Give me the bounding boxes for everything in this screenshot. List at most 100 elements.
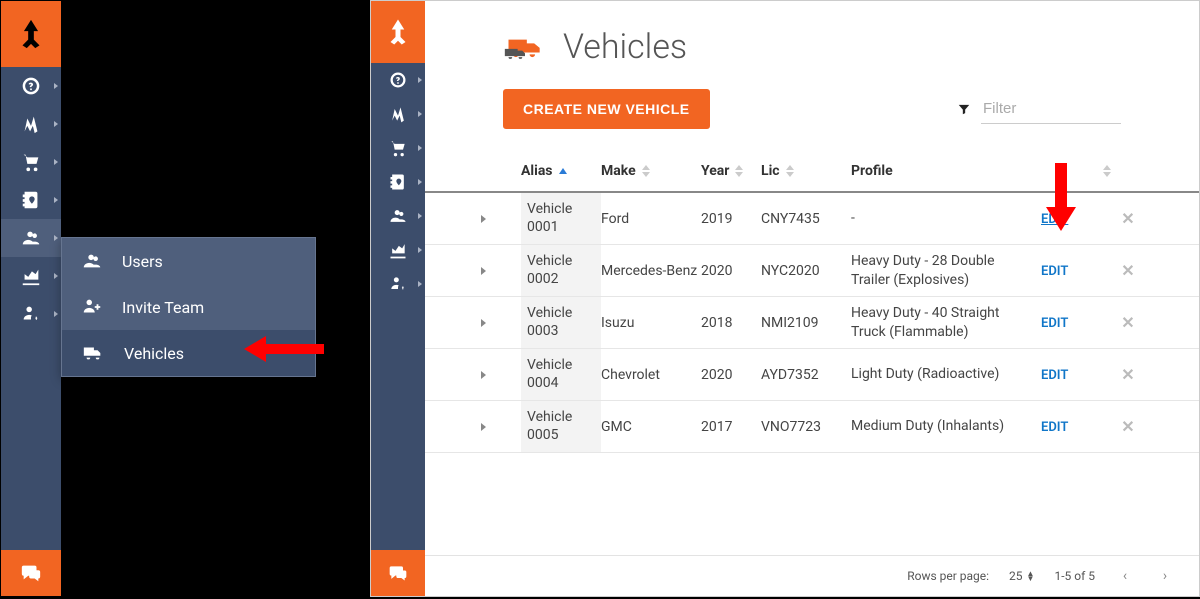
- filter-input[interactable]: [981, 94, 1121, 124]
- flyout-item-label: Invite Team: [122, 298, 204, 317]
- chevron-right-icon: [54, 311, 58, 317]
- sidebar-item-orders[interactable]: [371, 131, 425, 165]
- cart-icon: [388, 138, 408, 158]
- cell-make: Isuzu: [601, 315, 701, 331]
- sidebar-item-team[interactable]: [371, 199, 425, 233]
- page-title: Vehicles: [563, 27, 687, 67]
- filter-group: [957, 94, 1121, 124]
- cell-year: 2017: [701, 419, 761, 435]
- user-gear-icon: [388, 274, 408, 294]
- create-vehicle-button[interactable]: CREATE NEW VEHICLE: [503, 89, 710, 129]
- help-icon: [389, 71, 407, 89]
- cell-profile: Medium Duty (Inhalants): [851, 411, 1041, 441]
- sidebar-item-addressbook[interactable]: [371, 165, 425, 199]
- sidebar-item-settings[interactable]: [371, 267, 425, 301]
- sidebar-item-analytics[interactable]: [371, 233, 425, 267]
- help-icon: [21, 76, 41, 96]
- sidebar-item-addressbook[interactable]: [1, 181, 61, 219]
- flyout-item-users[interactable]: Users: [62, 238, 315, 284]
- edit-link[interactable]: EDIT: [1041, 316, 1068, 331]
- row-expander[interactable]: [481, 423, 486, 431]
- delete-row-button[interactable]: ✕: [1111, 313, 1145, 332]
- column-profile[interactable]: Profile: [851, 163, 1041, 179]
- analytics-icon: [388, 240, 408, 260]
- sort-icon: [786, 165, 794, 177]
- chevron-right-icon: [418, 111, 422, 117]
- users-icon: [80, 250, 104, 272]
- cell-profile: Heavy Duty - 40 Straight Truck (Flammabl…: [851, 298, 1041, 346]
- route-logo-icon: [14, 17, 48, 51]
- edit-link[interactable]: EDIT: [1041, 212, 1068, 227]
- addressbook-icon: [388, 172, 408, 192]
- flyout-item-invite[interactable]: Invite Team: [62, 284, 315, 330]
- rows-per-page-select[interactable]: 25 ▲▼: [1009, 569, 1034, 583]
- sidebar-item-orders[interactable]: [1, 143, 61, 181]
- delete-row-button[interactable]: ✕: [1111, 209, 1145, 228]
- vehicles-header-icon: [503, 30, 547, 64]
- sidebar-item-team[interactable]: [1, 219, 61, 257]
- edit-link[interactable]: EDIT: [1041, 264, 1068, 279]
- chevron-right-icon: [418, 247, 422, 253]
- cell-make: Ford: [601, 211, 701, 227]
- row-expander[interactable]: [481, 319, 486, 327]
- sidebar-item-settings[interactable]: [1, 295, 61, 333]
- app-logo[interactable]: [371, 1, 425, 63]
- vehicles-page: Vehicles CREATE NEW VEHICLE Alias Make Y…: [425, 1, 1199, 596]
- row-expander[interactable]: [481, 267, 486, 275]
- row-expander[interactable]: [481, 371, 486, 379]
- cell-profile: Light Duty (Radioactive): [851, 359, 1041, 389]
- next-page-button[interactable]: ›: [1155, 566, 1175, 586]
- column-make[interactable]: Make: [601, 163, 701, 179]
- filter-icon: [957, 102, 971, 116]
- delete-row-button[interactable]: ✕: [1111, 365, 1145, 384]
- cell-lic: NMI2109: [761, 315, 851, 331]
- cell-year: 2020: [701, 263, 761, 279]
- row-expander[interactable]: [481, 215, 486, 223]
- flyout-item-vehicles[interactable]: Vehicles: [62, 330, 315, 376]
- edit-link[interactable]: EDIT: [1041, 420, 1068, 435]
- panel-vehicles-page: Vehicles CREATE NEW VEHICLE Alias Make Y…: [370, 0, 1200, 597]
- truck-icon: [80, 342, 106, 364]
- chat-icon: [388, 563, 408, 583]
- column-lic[interactable]: Lic: [761, 163, 851, 179]
- sort-asc-icon: [559, 168, 567, 174]
- rows-per-page-label: Rows per page:: [907, 569, 989, 583]
- chevron-right-icon: [418, 281, 422, 287]
- cell-make: GMC: [601, 419, 701, 435]
- team-icon: [387, 206, 409, 226]
- prev-page-button[interactable]: ‹: [1115, 566, 1135, 586]
- edit-link[interactable]: EDIT: [1041, 368, 1068, 383]
- cell-lic: AYD7352: [761, 367, 851, 383]
- chevron-right-icon: [54, 159, 58, 165]
- sidebar-item-routes[interactable]: [371, 97, 425, 131]
- cell-make: Chevrolet: [601, 367, 701, 383]
- sidebar-item-help[interactable]: [371, 63, 425, 97]
- sidebar-item-routes[interactable]: [1, 105, 61, 143]
- sort-icon: [735, 165, 743, 177]
- delete-row-button[interactable]: ✕: [1111, 417, 1145, 436]
- flyout-item-label: Users: [122, 252, 163, 271]
- sidebar-item-analytics[interactable]: [1, 257, 61, 295]
- invite-team-icon: [80, 296, 104, 318]
- delete-row-button[interactable]: ✕: [1111, 261, 1145, 280]
- column-year[interactable]: Year: [701, 163, 761, 179]
- cell-year: 2019: [701, 211, 761, 227]
- cell-lic: CNY7435: [761, 211, 851, 227]
- table-row: Vehicle 0003 Isuzu 2018 NMI2109 Heavy Du…: [425, 297, 1199, 349]
- table-row: Vehicle 0004 Chevrolet 2020 AYD7352 Ligh…: [425, 349, 1199, 401]
- chevron-right-icon: [54, 273, 58, 279]
- addressbook-icon: [20, 189, 42, 211]
- table-row: Vehicle 0002 Mercedes-Benz 2020 NYC2020 …: [425, 245, 1199, 297]
- flyout-item-label: Vehicles: [124, 344, 184, 363]
- sidebar-chat-button[interactable]: [371, 550, 425, 596]
- cell-alias: Vehicle 0005: [521, 401, 601, 452]
- sidebar-collapsed: [371, 1, 425, 596]
- chevron-right-icon: [418, 145, 422, 151]
- app-logo[interactable]: [1, 1, 61, 67]
- sidebar-item-help[interactable]: [1, 67, 61, 105]
- cell-alias: Vehicle 0004: [521, 349, 601, 400]
- stepper-icon: ▲▼: [1027, 571, 1035, 581]
- column-alias[interactable]: Alias: [521, 163, 601, 179]
- sidebar-chat-button[interactable]: [1, 550, 61, 596]
- table-row: Vehicle 0005 GMC 2017 VNO7723 Medium Dut…: [425, 401, 1199, 453]
